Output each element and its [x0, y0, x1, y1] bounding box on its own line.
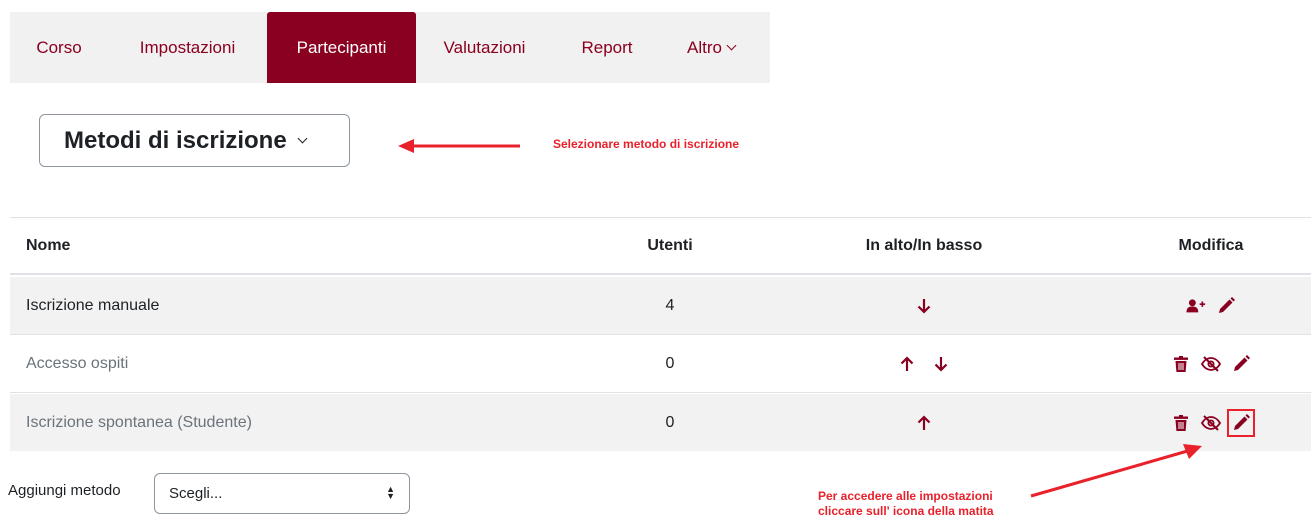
chevron-down-icon [726, 40, 737, 50]
course-nav-tabs: Corso Impostazioni Partecipanti Valutazi… [10, 12, 770, 83]
annotation-pencil: Per accedere alle impostazioni cliccare … [818, 489, 994, 519]
chevron-down-icon [297, 133, 308, 144]
table-row: Iscrizione manuale 4 [10, 277, 1311, 335]
pencil-icon[interactable] [1227, 408, 1255, 437]
move-controls [824, 394, 1024, 451]
tab-altro[interactable]: Altro [661, 12, 761, 83]
method-name: Accesso ospiti [26, 355, 129, 372]
eye-slash-icon[interactable] [1201, 413, 1221, 433]
add-method-select[interactable]: Scegli... ▲ ▼ [154, 473, 410, 514]
add-method-selected-value: Scegli... [169, 485, 223, 502]
eye-slash-icon[interactable] [1201, 354, 1221, 374]
pencil-icon[interactable] [1216, 296, 1236, 316]
enrolment-methods-label: Metodi di iscrizione [64, 126, 287, 154]
arrow-down-icon[interactable] [931, 354, 951, 374]
move-controls [824, 336, 1024, 392]
method-users-count: 0 [665, 413, 675, 431]
trash-icon[interactable] [1171, 354, 1191, 374]
method-name: Iscrizione manuale [26, 296, 160, 314]
enrol-users-icon[interactable] [1186, 296, 1206, 316]
pencil-icon[interactable] [1231, 354, 1251, 374]
edit-controls [1136, 336, 1286, 392]
edit-controls [1136, 277, 1286, 334]
header-name: Nome [26, 236, 71, 254]
table-header-row: Nome Utenti In alto/In basso Modifica [10, 218, 1311, 275]
trash-icon[interactable] [1171, 413, 1191, 433]
method-users-count: 0 [665, 355, 675, 372]
annotation-arrow-diagonal [1030, 444, 1202, 498]
move-controls [824, 277, 1024, 334]
tab-valutazioni[interactable]: Valutazioni [416, 12, 553, 83]
header-move: In alto/In basso [865, 236, 983, 254]
add-method-label: Aggiungi metodo [8, 482, 121, 499]
arrow-up-icon[interactable] [914, 413, 934, 433]
arrow-up-icon[interactable] [897, 354, 917, 374]
tab-report[interactable]: Report [553, 12, 661, 83]
select-caret-icon: ▲ ▼ [386, 484, 395, 501]
arrow-down-icon[interactable] [914, 296, 934, 316]
tab-corso[interactable]: Corso [10, 12, 108, 83]
header-users: Utenti [647, 236, 693, 254]
header-edit: Modifica [1178, 236, 1244, 254]
annotation-pencil-line1: Per accedere alle impostazioni [818, 489, 993, 503]
method-users-count: 4 [665, 296, 675, 314]
enrolment-methods-selector[interactable]: Metodi di iscrizione [39, 114, 350, 167]
tab-impostazioni[interactable]: Impostazioni [108, 12, 267, 83]
tab-altro-label: Altro [687, 37, 722, 57]
table-row: Accesso ospiti 0 [10, 336, 1311, 393]
annotation-select-method: Selezionare metodo di iscrizione [553, 137, 740, 151]
annotation-arrow-left [398, 139, 520, 153]
annotation-pencil-line2: cliccare sull' icona della matita [818, 504, 994, 518]
tab-partecipanti[interactable]: Partecipanti [267, 12, 416, 83]
method-name: Iscrizione spontanea (Studente) [26, 413, 252, 431]
